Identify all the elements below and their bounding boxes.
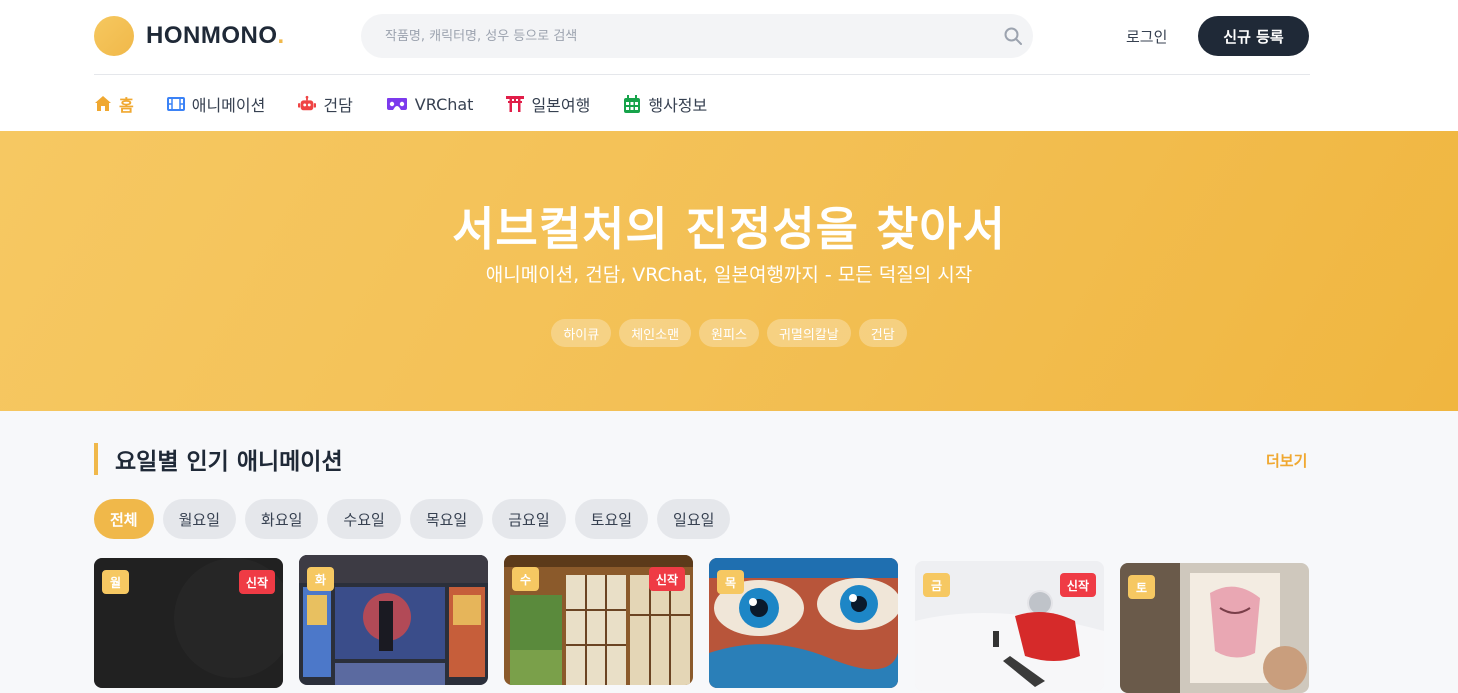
hero-tag[interactable]: 원피스	[699, 319, 759, 347]
tab-monday[interactable]: 월요일	[162, 499, 237, 539]
login-link[interactable]: 로그인	[1126, 26, 1167, 47]
robot-icon	[298, 95, 317, 113]
signup-button[interactable]: 신규 등록	[1198, 16, 1309, 56]
day-badge: 월	[102, 570, 129, 594]
tab-thursday[interactable]: 목요일	[409, 499, 484, 539]
hero-tag[interactable]: 체인소맨	[619, 319, 692, 347]
home-icon	[94, 95, 112, 113]
hero-title: 서브컬처의 진정성을 찾아서	[452, 202, 1006, 256]
search-icon[interactable]	[1003, 26, 1023, 46]
tab-sunday[interactable]: 일요일	[657, 499, 731, 539]
logo-mark	[94, 16, 134, 56]
brand-name: HONMONO.	[146, 22, 285, 49]
nav-label: 애니메이션	[191, 96, 266, 115]
hero-tag[interactable]: 하이큐	[551, 319, 612, 347]
day-tabs: 전체 월요일 화요일 수요일 목요일 금요일 토요일 일요일	[94, 499, 731, 539]
header-bar: HONMONO. 로그인 신규 등록	[94, 0, 1310, 75]
nav-item-gundam[interactable]: 건담	[298, 92, 353, 116]
anime-card[interactable]: 화	[299, 555, 488, 685]
nav-item-vrchat[interactable]: VRChat	[386, 94, 474, 114]
hero-tags: 하이큐 체인소맨 원피스 귀멸의칼날 건담	[0, 319, 1458, 347]
nav-item-events[interactable]: 행사정보	[623, 92, 707, 116]
new-badge: 신작	[238, 570, 275, 594]
tab-saturday[interactable]: 토요일	[574, 499, 649, 539]
hero-tag[interactable]: 건담	[858, 319, 907, 347]
anime-card[interactable]: 목	[709, 558, 898, 688]
torii-icon	[506, 95, 525, 113]
search-input[interactable]	[385, 14, 985, 58]
hero-tag[interactable]: 귀멸의칼날	[766, 319, 851, 347]
anime-card[interactable]: 수 신작	[504, 555, 693, 685]
section-title: 요일별 인기 애니메이션	[94, 443, 343, 475]
day-badge: 화	[307, 567, 334, 591]
nav-label: 홈	[119, 96, 134, 115]
tab-all[interactable]: 전체	[94, 499, 154, 539]
search-bar	[361, 14, 1033, 58]
new-badge: 신작	[1059, 573, 1096, 597]
nav-label: 일본여행	[531, 96, 591, 115]
day-badge: 수	[512, 567, 539, 591]
tab-tuesday[interactable]: 화요일	[245, 499, 319, 539]
nav-label: 행사정보	[648, 96, 708, 115]
film-icon	[166, 95, 185, 113]
day-badge: 금	[923, 573, 950, 597]
new-badge: 신작	[648, 567, 685, 591]
nav-label: 건담	[323, 96, 353, 115]
nav-label: VRChat	[414, 94, 474, 114]
more-link[interactable]: 더보기	[1266, 450, 1307, 471]
vr-headset-icon	[386, 95, 408, 113]
nav-item-animation[interactable]: 애니메이션	[166, 92, 266, 116]
nav-item-japan-travel[interactable]: 일본여행	[506, 92, 590, 116]
logo[interactable]: HONMONO.	[94, 16, 285, 56]
calendar-icon	[623, 95, 641, 113]
day-badge: 토	[1128, 575, 1155, 599]
site-header: HONMONO. 로그인 신규 등록 홈 애니메이션	[0, 0, 1458, 131]
tab-wednesday[interactable]: 수요일	[327, 499, 401, 539]
tab-friday[interactable]: 금요일	[492, 499, 566, 539]
anime-card[interactable]: 월 신작	[94, 558, 283, 688]
nav-item-home[interactable]: 홈	[94, 92, 134, 116]
main-nav: 홈 애니메이션 건담 VRChat 일본여행 행사정보	[94, 92, 740, 116]
hero-banner: 서브컬처의 진정성을 찾아서 애니메이션, 건담, VRChat, 일본여행까지…	[0, 131, 1458, 411]
anime-card[interactable]: 금 신작	[915, 561, 1104, 691]
day-badge: 목	[717, 570, 744, 594]
hero-subtitle: 애니메이션, 건담, VRChat, 일본여행까지 - 모든 덕질의 시작	[485, 264, 973, 286]
